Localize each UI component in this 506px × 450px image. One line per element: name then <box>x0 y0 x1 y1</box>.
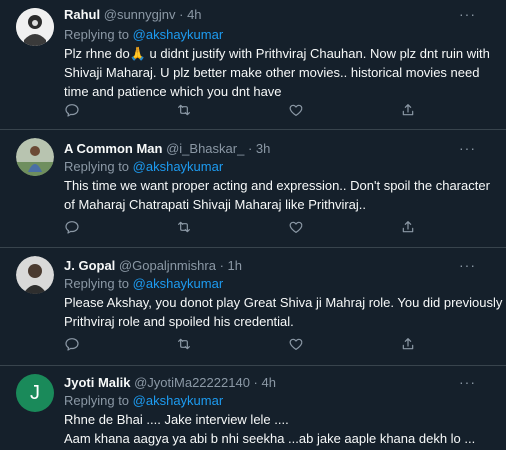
tweet-text-line: of Maharaj Chatrapati Shivaji Maharaj li… <box>64 197 367 212</box>
tweet-text-line: time and patience which you dnt have <box>64 84 282 99</box>
replying-to: Replying to @akshaykumar <box>64 159 223 174</box>
reply-icon[interactable] <box>64 336 80 352</box>
replying-to-prefix: Replying to <box>64 276 130 291</box>
tweet-header: Rahul @sunnygjnv · 4h <box>64 7 202 22</box>
tweet-text: This time we want proper acting and expr… <box>64 176 494 214</box>
retweet-icon[interactable] <box>176 336 192 352</box>
more-icon[interactable]: ··· <box>459 374 476 390</box>
timestamp[interactable]: · 1h <box>220 258 242 273</box>
display-name[interactable]: A Common Man <box>64 141 162 156</box>
share-icon[interactable] <box>400 102 416 118</box>
tweet-actions <box>64 219 424 235</box>
retweet-icon[interactable] <box>176 219 192 235</box>
more-icon[interactable]: ··· <box>459 257 476 273</box>
tweet-text-line: Please Akshay, you donot play Great Shiv… <box>64 295 503 310</box>
display-name[interactable]: Rahul <box>64 7 100 22</box>
tweet-header: J. Gopal @Gopaljnmishra · 1h <box>64 258 242 273</box>
tweet-actions <box>64 336 424 352</box>
timestamp[interactable]: · 4h <box>179 7 201 22</box>
reply-tweet-3[interactable]: J. Gopal @Gopaljnmishra · 1h ··· Replyin… <box>0 248 506 366</box>
avatar-rahul[interactable] <box>16 8 54 46</box>
more-icon[interactable]: ··· <box>459 6 476 22</box>
replying-to-prefix: Replying to <box>64 27 130 42</box>
user-handle[interactable]: @JyotiMa22222140 <box>134 375 250 390</box>
tweet-text: Please Akshay, you donot play Great Shiv… <box>64 293 503 331</box>
avatar-a-common-man[interactable] <box>16 138 54 176</box>
avatar-jyoti-malik[interactable]: J <box>16 374 54 412</box>
display-name[interactable]: Jyoti Malik <box>64 375 130 390</box>
tweet-actions <box>64 102 424 118</box>
reply-icon[interactable] <box>64 219 80 235</box>
tweet-text: Plz rhne do🙏 u didnt justify with Prithv… <box>64 44 494 101</box>
avatar-letter: J <box>30 381 40 404</box>
reply-tweet-2[interactable]: A Common Man @i_Bhaskar_ · 3h ··· Replyi… <box>0 130 506 248</box>
mention-link[interactable]: @akshaykumar <box>133 393 224 408</box>
tweet-text: Rhne de Bhai .... Jake interview lele ..… <box>64 410 494 448</box>
reply-tweet-4[interactable]: J Jyoti Malik @JyotiMa22222140 · 4h ··· … <box>0 366 506 450</box>
user-handle[interactable]: @Gopaljnmishra <box>119 258 216 273</box>
user-handle[interactable]: @sunnygjnv <box>104 7 176 22</box>
avatar-j-gopal[interactable] <box>16 256 54 294</box>
display-name[interactable]: J. Gopal <box>64 258 115 273</box>
user-handle[interactable]: @i_Bhaskar_ <box>166 141 244 156</box>
timestamp[interactable]: · 3h <box>248 141 270 156</box>
replying-to: Replying to @akshaykumar <box>64 276 223 291</box>
replying-to-prefix: Replying to <box>64 159 130 174</box>
mention-link[interactable]: @akshaykumar <box>133 27 224 42</box>
like-icon[interactable] <box>288 102 304 118</box>
mention-link[interactable]: @akshaykumar <box>133 276 224 291</box>
share-icon[interactable] <box>400 219 416 235</box>
tweet-text-line: Rhne de Bhai .... Jake interview lele ..… <box>64 412 289 427</box>
tweet-header: A Common Man @i_Bhaskar_ · 3h <box>64 141 270 156</box>
reply-icon[interactable] <box>64 102 80 118</box>
like-icon[interactable] <box>288 336 304 352</box>
like-icon[interactable] <box>288 219 304 235</box>
timestamp[interactable]: · 4h <box>254 375 276 390</box>
tweet-header: Jyoti Malik @JyotiMa22222140 · 4h <box>64 375 276 390</box>
replying-to-prefix: Replying to <box>64 393 130 408</box>
tweet-text-line: Plz rhne do🙏 u didnt justify with Prithv… <box>64 46 490 61</box>
retweet-icon[interactable] <box>176 102 192 118</box>
tweet-text-line: Aam khana aagya ya abi b nhi seekha ...a… <box>64 431 476 446</box>
more-icon[interactable]: ··· <box>459 140 476 156</box>
share-icon[interactable] <box>400 336 416 352</box>
replying-to: Replying to @akshaykumar <box>64 27 223 42</box>
tweet-text-line: Prithviraj role and spoiled his credenti… <box>64 314 294 329</box>
tweet-text-line: This time we want proper acting and expr… <box>64 178 490 193</box>
reply-feed: Rahul @sunnygjnv · 4h ··· Replying to @a… <box>0 0 506 450</box>
replying-to: Replying to @akshaykumar <box>64 393 223 408</box>
reply-tweet-1[interactable]: Rahul @sunnygjnv · 4h ··· Replying to @a… <box>0 0 506 130</box>
tweet-text-line: Shivaji Maharaj. U plz better make other… <box>64 65 480 80</box>
mention-link[interactable]: @akshaykumar <box>133 159 224 174</box>
